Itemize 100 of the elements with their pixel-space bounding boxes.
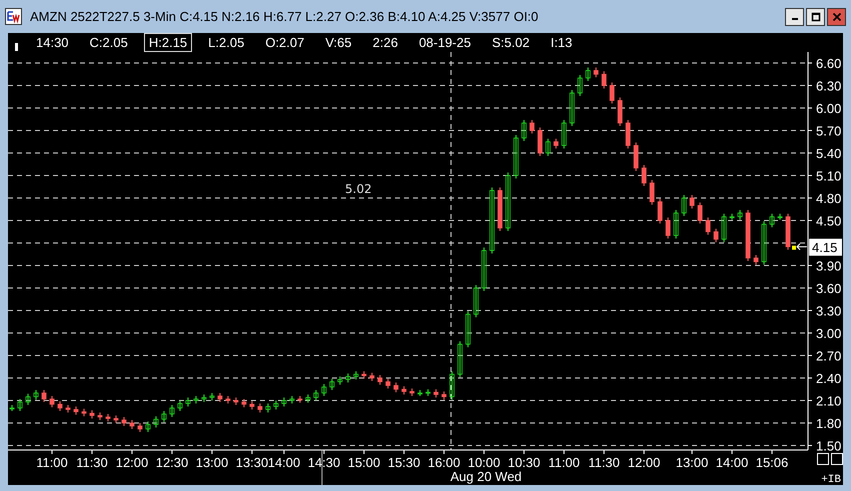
- candlestick: [666, 217, 670, 239]
- candlestick: [522, 120, 526, 142]
- maximize-button[interactable]: [806, 8, 825, 26]
- close-button[interactable]: [827, 8, 846, 26]
- time-axis-label: 13:00: [196, 455, 228, 470]
- candlestick: [322, 384, 326, 396]
- candlestick: [162, 410, 166, 423]
- candlestick: [450, 370, 454, 400]
- candlestick: [530, 120, 534, 134]
- candlestick: [706, 217, 710, 236]
- candlestick: [178, 400, 182, 412]
- last-price-tag: 4.15: [809, 238, 842, 256]
- price-axis-label: 3.00: [816, 326, 842, 341]
- price-axis-label: 2.70: [816, 348, 842, 364]
- last-price-marker-icon: [792, 246, 796, 250]
- candlestick: [34, 390, 38, 400]
- candlestick: [394, 382, 398, 393]
- marker-icon: [15, 42, 18, 50]
- minimize-icon: [792, 18, 798, 20]
- price-axis-label: 5.10: [816, 168, 842, 184]
- price-axis-label: 4.50: [816, 214, 842, 228]
- candlestick: [634, 142, 638, 172]
- candlestick: [50, 396, 54, 408]
- candlestick: [570, 90, 574, 126]
- time-axis-label: 12:00: [116, 455, 148, 470]
- candlestick: [170, 404, 174, 418]
- candlestick: [26, 393, 30, 406]
- quote-field: 08-19-25: [414, 33, 476, 52]
- price-axis-label: 3.90: [816, 258, 842, 274]
- time-axis-label: 15:00: [348, 455, 380, 470]
- price-axis-label: 2.10: [816, 394, 842, 408]
- price-axis-label: 4.80: [816, 191, 842, 206]
- maximize-icon: [810, 12, 820, 22]
- candlestick: [722, 213, 726, 243]
- time-axis-label: 15:06: [756, 455, 788, 470]
- candlestick: [586, 67, 590, 82]
- time-axis-label: 11:00: [36, 455, 68, 470]
- minimize-button[interactable]: [785, 8, 804, 26]
- candlestick: [330, 378, 334, 390]
- candlestick: [474, 284, 478, 318]
- candlestick: [690, 194, 694, 209]
- candlestick: [698, 202, 702, 224]
- price-axis-label: 5.70: [816, 124, 842, 138]
- quote-field: L:2.05: [203, 33, 250, 52]
- time-axis-label: 10:30: [508, 455, 540, 470]
- date-label: Aug 20 Wed: [450, 469, 522, 484]
- candlestick: [466, 310, 470, 348]
- square-icon[interactable]: [817, 453, 829, 465]
- quote-field: H:2.15: [144, 33, 192, 52]
- candlestick: [378, 374, 382, 386]
- candlestick: [18, 398, 22, 412]
- close-icon: [832, 12, 842, 22]
- candlestick: [770, 213, 774, 228]
- price-axis-label: 6.60: [816, 56, 842, 71]
- time-axis-label: 16:00: [428, 455, 460, 470]
- candlestick: [738, 210, 742, 220]
- candlestick: [594, 67, 598, 78]
- candlestick: [714, 228, 718, 243]
- square-icon[interactable]: [831, 453, 843, 465]
- price-axis-label: 2.40: [816, 371, 842, 386]
- candlestick: [626, 120, 630, 149]
- quote-field: 2:26: [368, 33, 403, 52]
- time-axis-label: 14:00: [268, 455, 300, 470]
- candlestick: [602, 70, 606, 89]
- time-axis-label: 15:30: [388, 455, 420, 470]
- time-axis-label: 10:00: [468, 455, 500, 470]
- price-axis-label: 6.00: [816, 101, 842, 116]
- price-axis-label: 5.40: [816, 146, 842, 161]
- study-value-label: 5.02: [345, 182, 372, 196]
- candlestick: [642, 164, 646, 186]
- candlestick: [58, 400, 62, 412]
- candlestick: [506, 172, 510, 232]
- candlestick: [458, 340, 462, 378]
- time-axis-label: 13:00: [676, 455, 708, 470]
- candlestick: [754, 254, 758, 266]
- candlestick: [154, 416, 158, 428]
- price-axis-label: 3.60: [816, 281, 842, 296]
- quote-field: S:5.02: [486, 33, 535, 52]
- candlestick: [682, 194, 686, 216]
- candlestick: [538, 127, 542, 156]
- candlestick: [762, 220, 766, 266]
- time-axis-label: 11:30: [76, 455, 108, 470]
- candlestick: [386, 378, 390, 389]
- time-axis-label: 12:00: [628, 455, 660, 470]
- price-axis-label: 1.80: [816, 416, 842, 431]
- candlestick: [658, 198, 662, 224]
- candlestick: [314, 390, 318, 401]
- time-axis-label: 13:30: [236, 455, 268, 470]
- candlestick: [490, 187, 494, 254]
- candlestick: [146, 421, 150, 432]
- candlestick: [482, 247, 486, 292]
- time-axis-label: 11:30: [588, 455, 620, 470]
- price-axis-label: 3.30: [816, 304, 842, 318]
- candlestick: [618, 97, 622, 126]
- quote-field: 14:30: [31, 33, 74, 52]
- candlestick: [650, 180, 654, 206]
- time-axis-label: 11:00: [548, 455, 580, 470]
- time-axis-label: 12:30: [156, 455, 188, 470]
- candlestick: [514, 134, 518, 179]
- candlestick: [554, 138, 558, 149]
